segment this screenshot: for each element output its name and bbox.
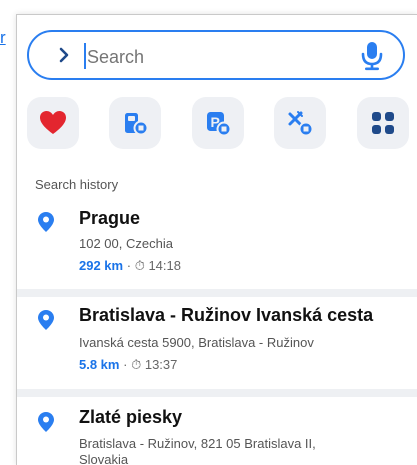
parking-icon: P: [207, 112, 232, 137]
clock-icon: ⏱: [131, 357, 142, 372]
history-item-title: Zlaté piesky: [79, 407, 183, 427]
meta-separator: ·: [126, 258, 132, 273]
section-divider: [17, 289, 417, 297]
grid-icon: [372, 112, 394, 134]
fork-knife-icon: [288, 111, 314, 137]
favorites-button[interactable]: [27, 97, 79, 149]
location-pin-icon: [38, 212, 54, 232]
history-item-address: Ivanská cesta 5900, Bratislava - Ružinov: [79, 335, 314, 350]
time-label: 13:37: [144, 357, 178, 372]
search-history-heading: Search history: [35, 177, 119, 192]
fuel-button[interactable]: [109, 97, 161, 149]
history-item-prague[interactable]: Prague 102 00, Czechia 292 km · ⏱ 14:18: [17, 203, 417, 293]
history-item-address: Bratislava - Ružinov, 821 05 Bratislava …: [79, 436, 316, 451]
location-pin-icon: [38, 310, 54, 330]
more-categories-button[interactable]: [357, 97, 409, 149]
history-item-address: 102 00, Czechia: [79, 236, 173, 251]
chevron-right-icon[interactable]: [55, 46, 73, 64]
history-item-bratislava[interactable]: Bratislava - Ružinov Ivanská cesta Ivans…: [17, 299, 417, 389]
parking-button[interactable]: P: [192, 97, 244, 149]
history-item-meta: 5.8 km · ⏱ 13:37: [79, 357, 177, 373]
restaurants-button[interactable]: [274, 97, 326, 149]
meta-separator: ·: [123, 357, 128, 372]
search-bar[interactable]: [27, 30, 405, 80]
history-item-zlate-piesky[interactable]: Zlaté piesky Bratislava - Ružinov, 821 0…: [17, 399, 417, 465]
heart-icon: [40, 111, 66, 134]
fuel-pump-icon: [125, 113, 149, 136]
time-label: 14:18: [148, 258, 181, 273]
quick-actions-row: P: [27, 97, 412, 153]
search-panel: P Search history: [16, 14, 417, 465]
distance-label: 5.8 km: [79, 357, 120, 372]
partial-link[interactable]: r: [0, 28, 6, 48]
history-item-meta: 292 km · ⏱ 14:18: [79, 258, 181, 274]
clock-icon: ⏱: [134, 258, 145, 273]
location-pin-icon: [38, 412, 54, 432]
search-input[interactable]: [85, 42, 339, 72]
section-divider: [17, 389, 417, 397]
history-item-address-line2: Slovakia: [79, 452, 129, 465]
distance-label: 292 km: [79, 258, 124, 273]
history-item-title: Bratislava - Ružinov Ivanská cesta: [79, 305, 374, 325]
microphone-icon[interactable]: [359, 41, 385, 71]
history-item-title: Prague: [79, 208, 141, 228]
